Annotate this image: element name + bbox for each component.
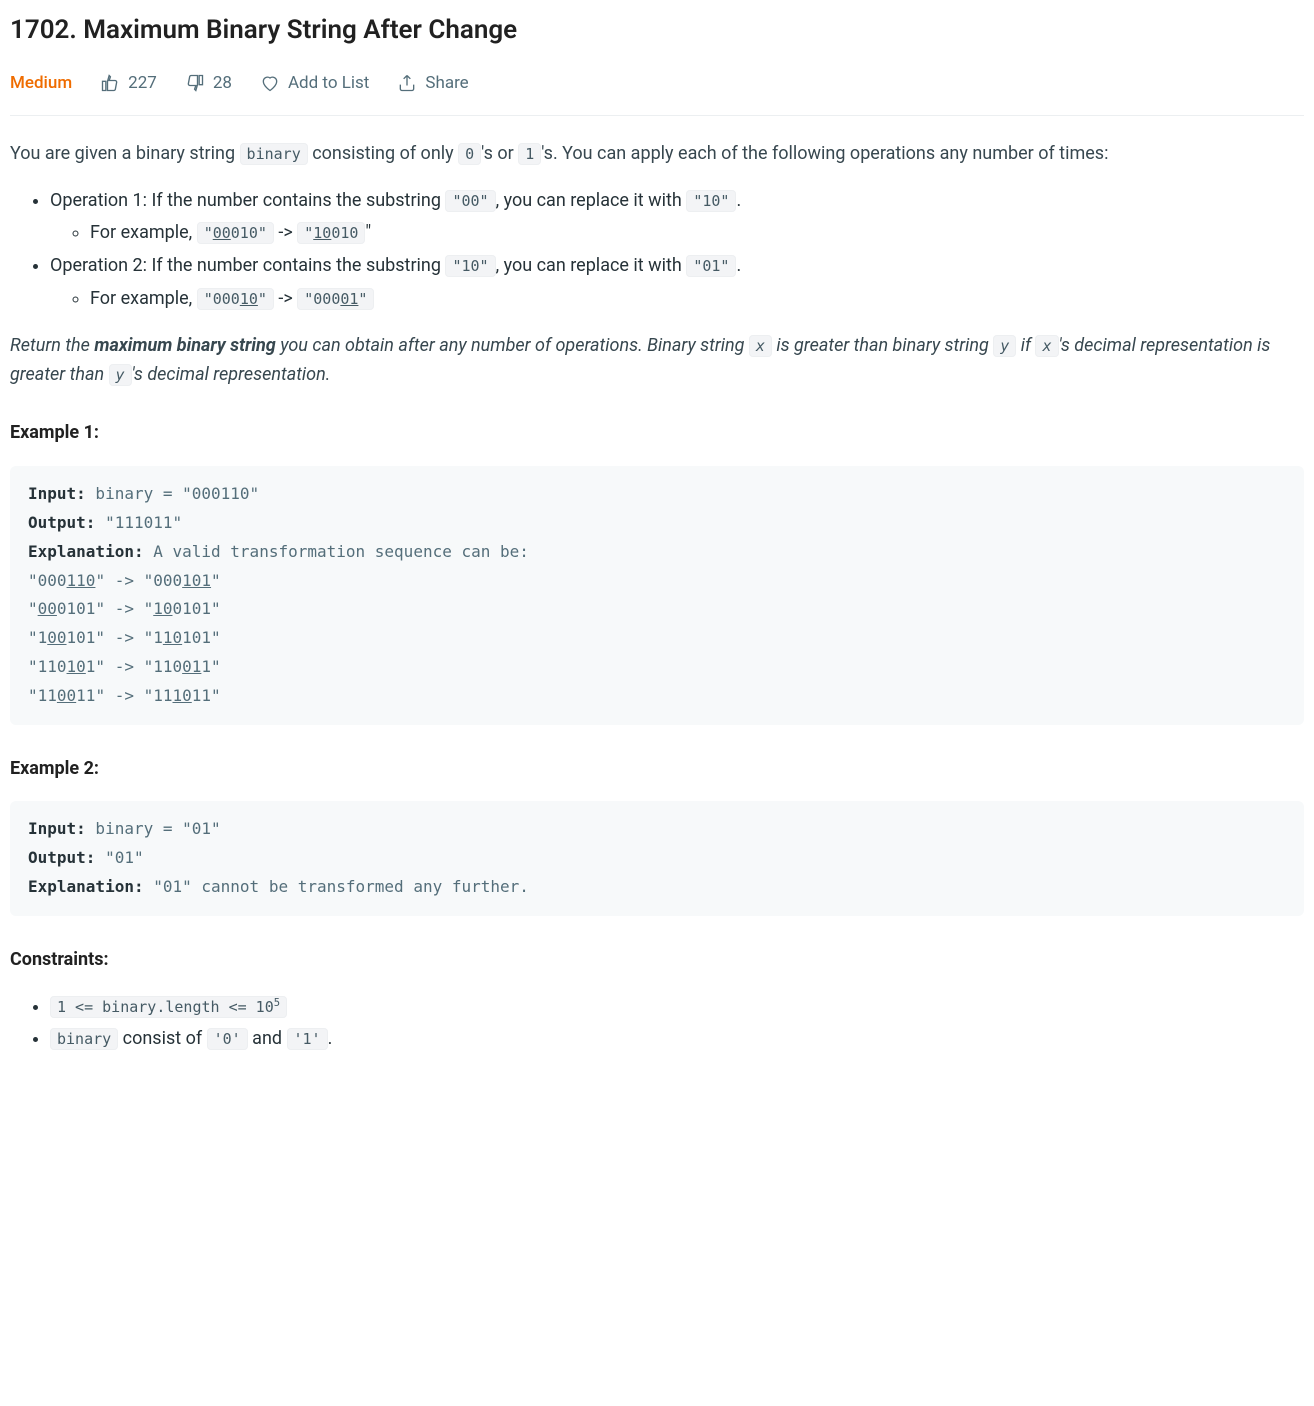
share-icon <box>397 73 417 93</box>
code-y: y <box>993 335 1016 357</box>
operations-list: Operation 1: If the number contains the … <box>10 187 1304 314</box>
intro-paragraph: You are given a binary string binary con… <box>10 140 1304 169</box>
code-example: "00001" <box>297 288 374 310</box>
code-example: "10010 <box>297 222 365 244</box>
code-constraint: binary <box>50 1028 118 1050</box>
return-paragraph: Return the maximum binary string you can… <box>10 332 1304 390</box>
thumbs-down-icon <box>185 73 205 93</box>
list-item: For example, "00010" -> "10010" <box>90 219 1304 248</box>
code-example: "00010" <box>197 222 274 244</box>
like-button[interactable]: 227 <box>100 70 157 97</box>
list-item: 1 <= binary.length <= 105 <box>50 993 1304 1022</box>
add-to-list-button[interactable]: Add to List <box>260 70 369 97</box>
code-constraint: '0' <box>207 1028 248 1050</box>
list-item: For example, "00010" -> "00001" <box>90 285 1304 314</box>
example-1-block: Input: binary = "000110" Output: "111011… <box>10 466 1304 724</box>
list-item: Operation 2: If the number contains the … <box>50 252 1304 314</box>
code-binary: binary <box>240 143 308 165</box>
constraints-header: Constraints: <box>10 946 1304 975</box>
code-x: x <box>749 335 772 357</box>
code-example: "00010" <box>197 288 274 310</box>
problem-title: 1702. Maximum Binary String After Change <box>10 10 1304 52</box>
code-constraint: '1' <box>287 1028 328 1050</box>
code-zero: 0 <box>458 143 481 165</box>
code-substring: "10" <box>445 255 495 277</box>
constraints-list: 1 <= binary.length <= 105 binary consist… <box>10 993 1304 1055</box>
example-1-header: Example 1: <box>10 419 1304 448</box>
problem-description: You are given a binary string binary con… <box>10 140 1304 1054</box>
meta-row: Medium 227 28 Add to List Share <box>10 70 1304 116</box>
share-label: Share <box>425 70 468 97</box>
code-substring: "00" <box>445 190 495 212</box>
list-item: Operation 1: If the number contains the … <box>50 187 1304 249</box>
code-substring: "01" <box>686 255 736 277</box>
difficulty-badge: Medium <box>10 70 72 97</box>
example-2-block: Input: binary = "01" Output: "01" Explan… <box>10 801 1304 915</box>
code-one: 1 <box>518 143 541 165</box>
code-y: y <box>109 364 132 386</box>
dislike-count: 28 <box>213 70 232 97</box>
like-count: 227 <box>128 70 157 97</box>
add-to-list-label: Add to List <box>288 70 369 97</box>
code-constraint: 1 <= binary.length <= 105 <box>50 996 287 1018</box>
thumbs-up-icon <box>100 73 120 93</box>
heart-icon <box>260 73 280 93</box>
list-item: binary consist of '0' and '1'. <box>50 1025 1304 1054</box>
example-2-header: Example 2: <box>10 755 1304 784</box>
code-substring: "10" <box>686 190 736 212</box>
share-button[interactable]: Share <box>397 70 468 97</box>
dislike-button[interactable]: 28 <box>185 70 232 97</box>
code-x: x <box>1035 335 1058 357</box>
